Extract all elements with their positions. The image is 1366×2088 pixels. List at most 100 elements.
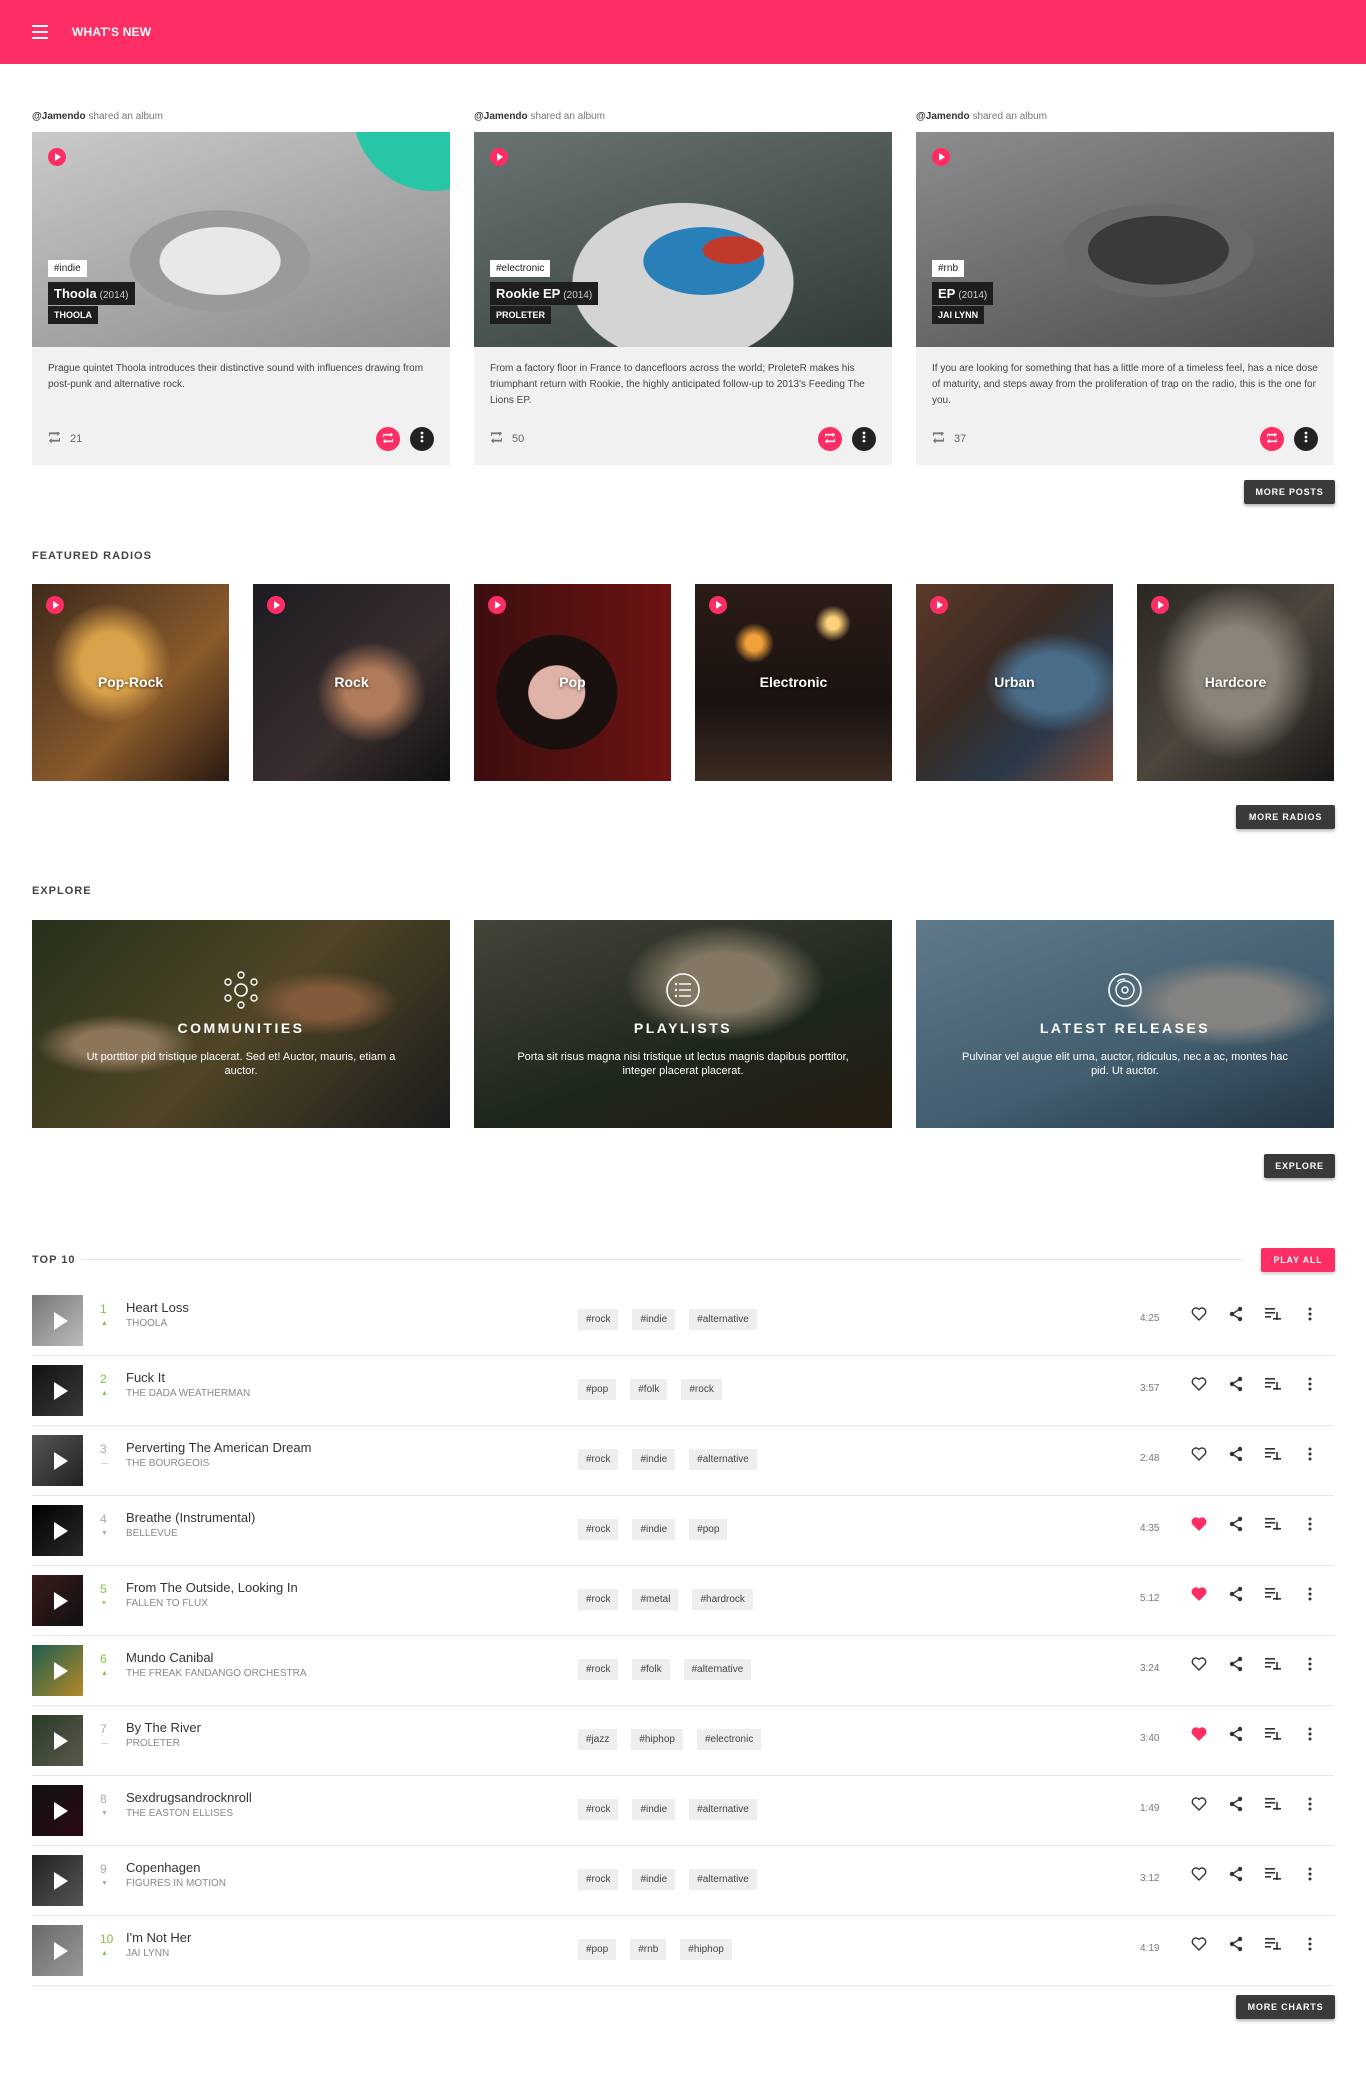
track-artist[interactable]: FIGURES IN MOTION — [126, 1878, 226, 1889]
track-cover[interactable] — [32, 1435, 83, 1486]
tag-chip[interactable]: #jazz — [578, 1729, 618, 1750]
share-button[interactable] — [1227, 1306, 1245, 1325]
track-row[interactable]: 4 ▼ Breathe (Instrumental) BELLEVUE #roc… — [32, 1496, 1334, 1566]
add-to-queue-button[interactable] — [1264, 1517, 1282, 1535]
tag-chip[interactable]: #alternative — [689, 1869, 757, 1890]
track-row[interactable]: 8 ▼ Sexdrugsandrocknroll THE EASTON ELLI… — [32, 1776, 1334, 1846]
tag-chip[interactable]: #alternative — [683, 1659, 752, 1680]
tag-chip[interactable]: #metal — [632, 1589, 679, 1610]
share-button[interactable] — [1227, 1796, 1245, 1815]
tag-chip[interactable]: #indie — [632, 1449, 676, 1470]
play-icon[interactable] — [267, 596, 285, 614]
tag-chip[interactable]: #rnb — [630, 1939, 667, 1960]
add-to-queue-button[interactable] — [1264, 1867, 1282, 1885]
like-button[interactable] — [1190, 1446, 1208, 1465]
like-button[interactable] — [1190, 1516, 1208, 1535]
album-artist[interactable]: THOOLA — [48, 306, 98, 324]
tag-chip[interactable]: #indie — [632, 1869, 676, 1890]
track-cover[interactable] — [32, 1785, 83, 1836]
post-user[interactable]: @Jamendo — [474, 111, 528, 122]
share-button[interactable] — [1227, 1866, 1245, 1885]
track-row[interactable]: 10 ▲ I'm Not Her JAI LYNN #pop #rnb #hipho… — [32, 1916, 1334, 1986]
track-title[interactable]: Fuck It — [126, 1370, 165, 1385]
track-artist[interactable]: THOOLA — [126, 1318, 167, 1329]
explore-card[interactable]: COMMUNITIES Ut porttitor pid tristique p… — [32, 920, 450, 1128]
album-cover[interactable]: #electronic Rookie EP (2014) PROLETER — [474, 132, 892, 347]
like-button[interactable] — [1190, 1726, 1208, 1745]
track-cover[interactable] — [32, 1715, 83, 1766]
tag-chip[interactable]: #indie — [632, 1519, 676, 1540]
more-options-button[interactable] — [410, 427, 434, 451]
track-artist[interactable]: JAI LYNN — [126, 1948, 169, 1959]
more-options-button[interactable] — [1301, 1657, 1319, 1675]
play-icon[interactable] — [53, 1941, 68, 1960]
add-to-queue-button[interactable] — [1264, 1377, 1282, 1395]
share-button[interactable] — [1227, 1656, 1245, 1675]
more-options-button[interactable] — [1301, 1727, 1319, 1745]
tag-chip[interactable]: #folk — [632, 1659, 670, 1680]
more-options-button[interactable] — [1301, 1797, 1319, 1815]
add-to-queue-button[interactable] — [1264, 1587, 1282, 1605]
tag-chip[interactable]: #rock — [681, 1379, 722, 1400]
track-title[interactable]: Sexdrugsandrocknroll — [126, 1790, 252, 1805]
add-to-queue-button[interactable] — [1264, 1797, 1282, 1815]
tag-chip[interactable]: #rock — [578, 1519, 619, 1540]
play-icon[interactable] — [53, 1661, 68, 1680]
track-artist[interactable]: FALLEN TO FLUX — [126, 1598, 208, 1609]
track-artist[interactable]: THE BOURGEOIS — [126, 1458, 209, 1469]
track-title[interactable]: I'm Not Her — [126, 1930, 191, 1945]
tag-chip[interactable]: #pop — [689, 1519, 728, 1540]
radio-card[interactable]: Hardcore — [1137, 584, 1334, 781]
tag-chip[interactable]: #alternative — [689, 1799, 757, 1820]
tag-chip[interactable]: #rock — [578, 1449, 619, 1470]
tag-chip[interactable]: #hiphop — [680, 1939, 732, 1960]
like-button[interactable] — [1190, 1306, 1208, 1325]
track-title[interactable]: Mundo Canibal — [126, 1650, 213, 1665]
album-title[interactable]: EP (2014) — [932, 282, 994, 305]
play-icon[interactable] — [1151, 596, 1169, 614]
like-button[interactable] — [1190, 1866, 1208, 1885]
track-artist[interactable]: THE DADA WEATHERMAN — [126, 1388, 250, 1399]
play-icon[interactable] — [932, 148, 950, 166]
explore-card[interactable]: LATEST RELEASES Pulvinar vel augue elit … — [916, 920, 1334, 1128]
radio-card[interactable]: Urban — [916, 584, 1113, 781]
tag-chip[interactable]: #alternative — [689, 1449, 757, 1470]
like-button[interactable] — [1190, 1586, 1208, 1605]
tag-chip[interactable]: #rock — [578, 1799, 619, 1820]
track-artist[interactable]: PROLETER — [126, 1738, 180, 1749]
album-cover[interactable]: #indie Thoola (2014) THOOLA — [32, 132, 450, 347]
track-title[interactable]: Heart Loss — [126, 1300, 189, 1315]
radio-card[interactable]: Pop-Rock — [32, 584, 229, 781]
track-row[interactable]: 5 ✦ From The Outside, Looking In FALLEN … — [32, 1566, 1334, 1636]
track-cover[interactable] — [32, 1365, 83, 1416]
share-button[interactable] — [1227, 1446, 1245, 1465]
share-button[interactable] — [1227, 1726, 1245, 1745]
more-options-button[interactable] — [1294, 427, 1318, 451]
share-button[interactable] — [1227, 1376, 1245, 1395]
tag-chip[interactable]: #rock — [578, 1869, 619, 1890]
repost-button[interactable] — [1260, 427, 1284, 451]
add-to-queue-button[interactable] — [1264, 1447, 1282, 1465]
add-to-queue-button[interactable] — [1264, 1727, 1282, 1745]
like-button[interactable] — [1190, 1656, 1208, 1675]
add-to-queue-button[interactable] — [1264, 1937, 1282, 1955]
play-icon[interactable] — [53, 1381, 68, 1400]
album-artist[interactable]: PROLETER — [490, 306, 552, 324]
more-posts-button[interactable]: MORE POSTS — [1244, 480, 1335, 504]
tag-chip[interactable]: #indie — [632, 1309, 676, 1330]
tag-chip[interactable]: #indie — [632, 1799, 676, 1820]
track-row[interactable]: 2 ▲ Fuck It THE DADA WEATHERMAN #pop #fol… — [32, 1356, 1334, 1426]
explore-card[interactable]: PLAYLISTS Porta sit risus magna nisi tri… — [474, 920, 892, 1128]
tag-chip[interactable]: #pop — [578, 1379, 617, 1400]
album-artist[interactable]: JAI LYNN — [932, 306, 985, 324]
track-row[interactable]: 6 ▲ Mundo Canibal THE FREAK FANDANGO ORC… — [32, 1636, 1334, 1706]
more-options-button[interactable] — [1301, 1867, 1319, 1885]
track-cover[interactable] — [32, 1925, 83, 1976]
more-options-button[interactable] — [1301, 1447, 1319, 1465]
radio-card[interactable]: Rock — [253, 584, 450, 781]
like-button[interactable] — [1190, 1936, 1208, 1955]
share-button[interactable] — [1227, 1936, 1245, 1955]
track-cover[interactable] — [32, 1575, 83, 1626]
track-artist[interactable]: THE EASTON ELLISES — [126, 1808, 233, 1819]
track-cover[interactable] — [32, 1505, 83, 1556]
